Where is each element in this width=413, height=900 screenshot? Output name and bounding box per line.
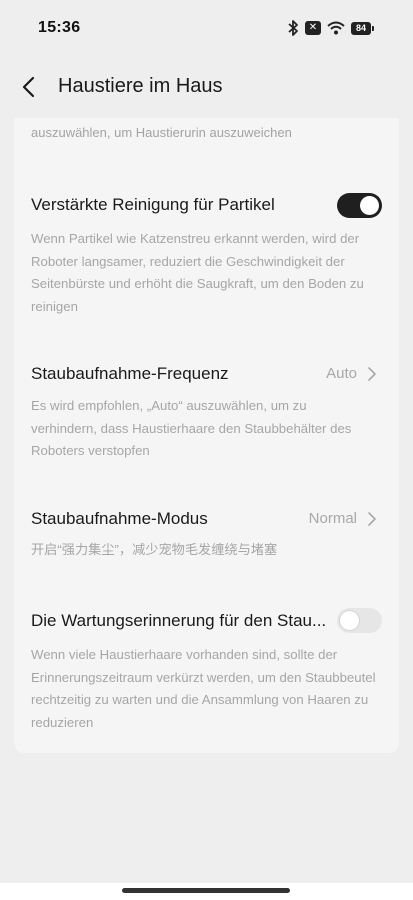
setting-description: 开启“强力集尘”，减少宠物毛发缠绕与堵塞 [31,542,278,557]
setting-description: Wenn Partikel wie Katzenstreu erkannt we… [31,231,364,314]
x-badge-icon: ✕ [305,21,321,35]
status-icons: ✕ 84 [287,18,374,38]
home-indicator[interactable] [122,888,290,893]
page-header: Haustiere im Haus [0,62,413,112]
dust-mode-value[interactable]: Normal [309,510,357,527]
toggle-knob [340,611,359,630]
setting-title: Die Wartungserinnerung für den Stau... [31,611,327,630]
dust-frequency-value[interactable]: Auto [326,365,357,382]
battery-icon: 84 [351,21,374,35]
setting-title: Staubaufnahme-Frequenz [31,364,229,383]
bluetooth-icon [288,20,298,36]
setting-description: Wenn viele Haustierhaare vorhanden sind,… [31,647,376,730]
setting-description: Es wird empfohlen, „Auto“ auszuwählen, u… [31,398,352,458]
chevron-right-icon[interactable] [367,511,377,527]
back-arrow-icon[interactable] [18,73,42,101]
battery-level: 84 [351,21,371,35]
setting-title: Staubaufnahme-Modus [31,509,208,528]
maintenance-reminder-toggle[interactable] [337,608,382,633]
particle-cleaning-toggle[interactable] [337,193,382,218]
setting-title: Verstärkte Reinigung für Partikel [31,195,275,214]
wifi-icon [327,21,345,35]
toggle-knob [360,196,379,215]
status-bar: 15:36 ✕ 84 [0,0,413,56]
status-time: 15:36 [38,19,81,36]
page-title: Haustiere im Haus [58,75,223,97]
previous-description-cut: auszuwählen, um Haustierurin auszuweiche… [31,125,292,140]
settings-card: auszuwählen, um Haustierurin auszuweiche… [14,118,399,753]
chevron-right-icon[interactable] [367,366,377,382]
